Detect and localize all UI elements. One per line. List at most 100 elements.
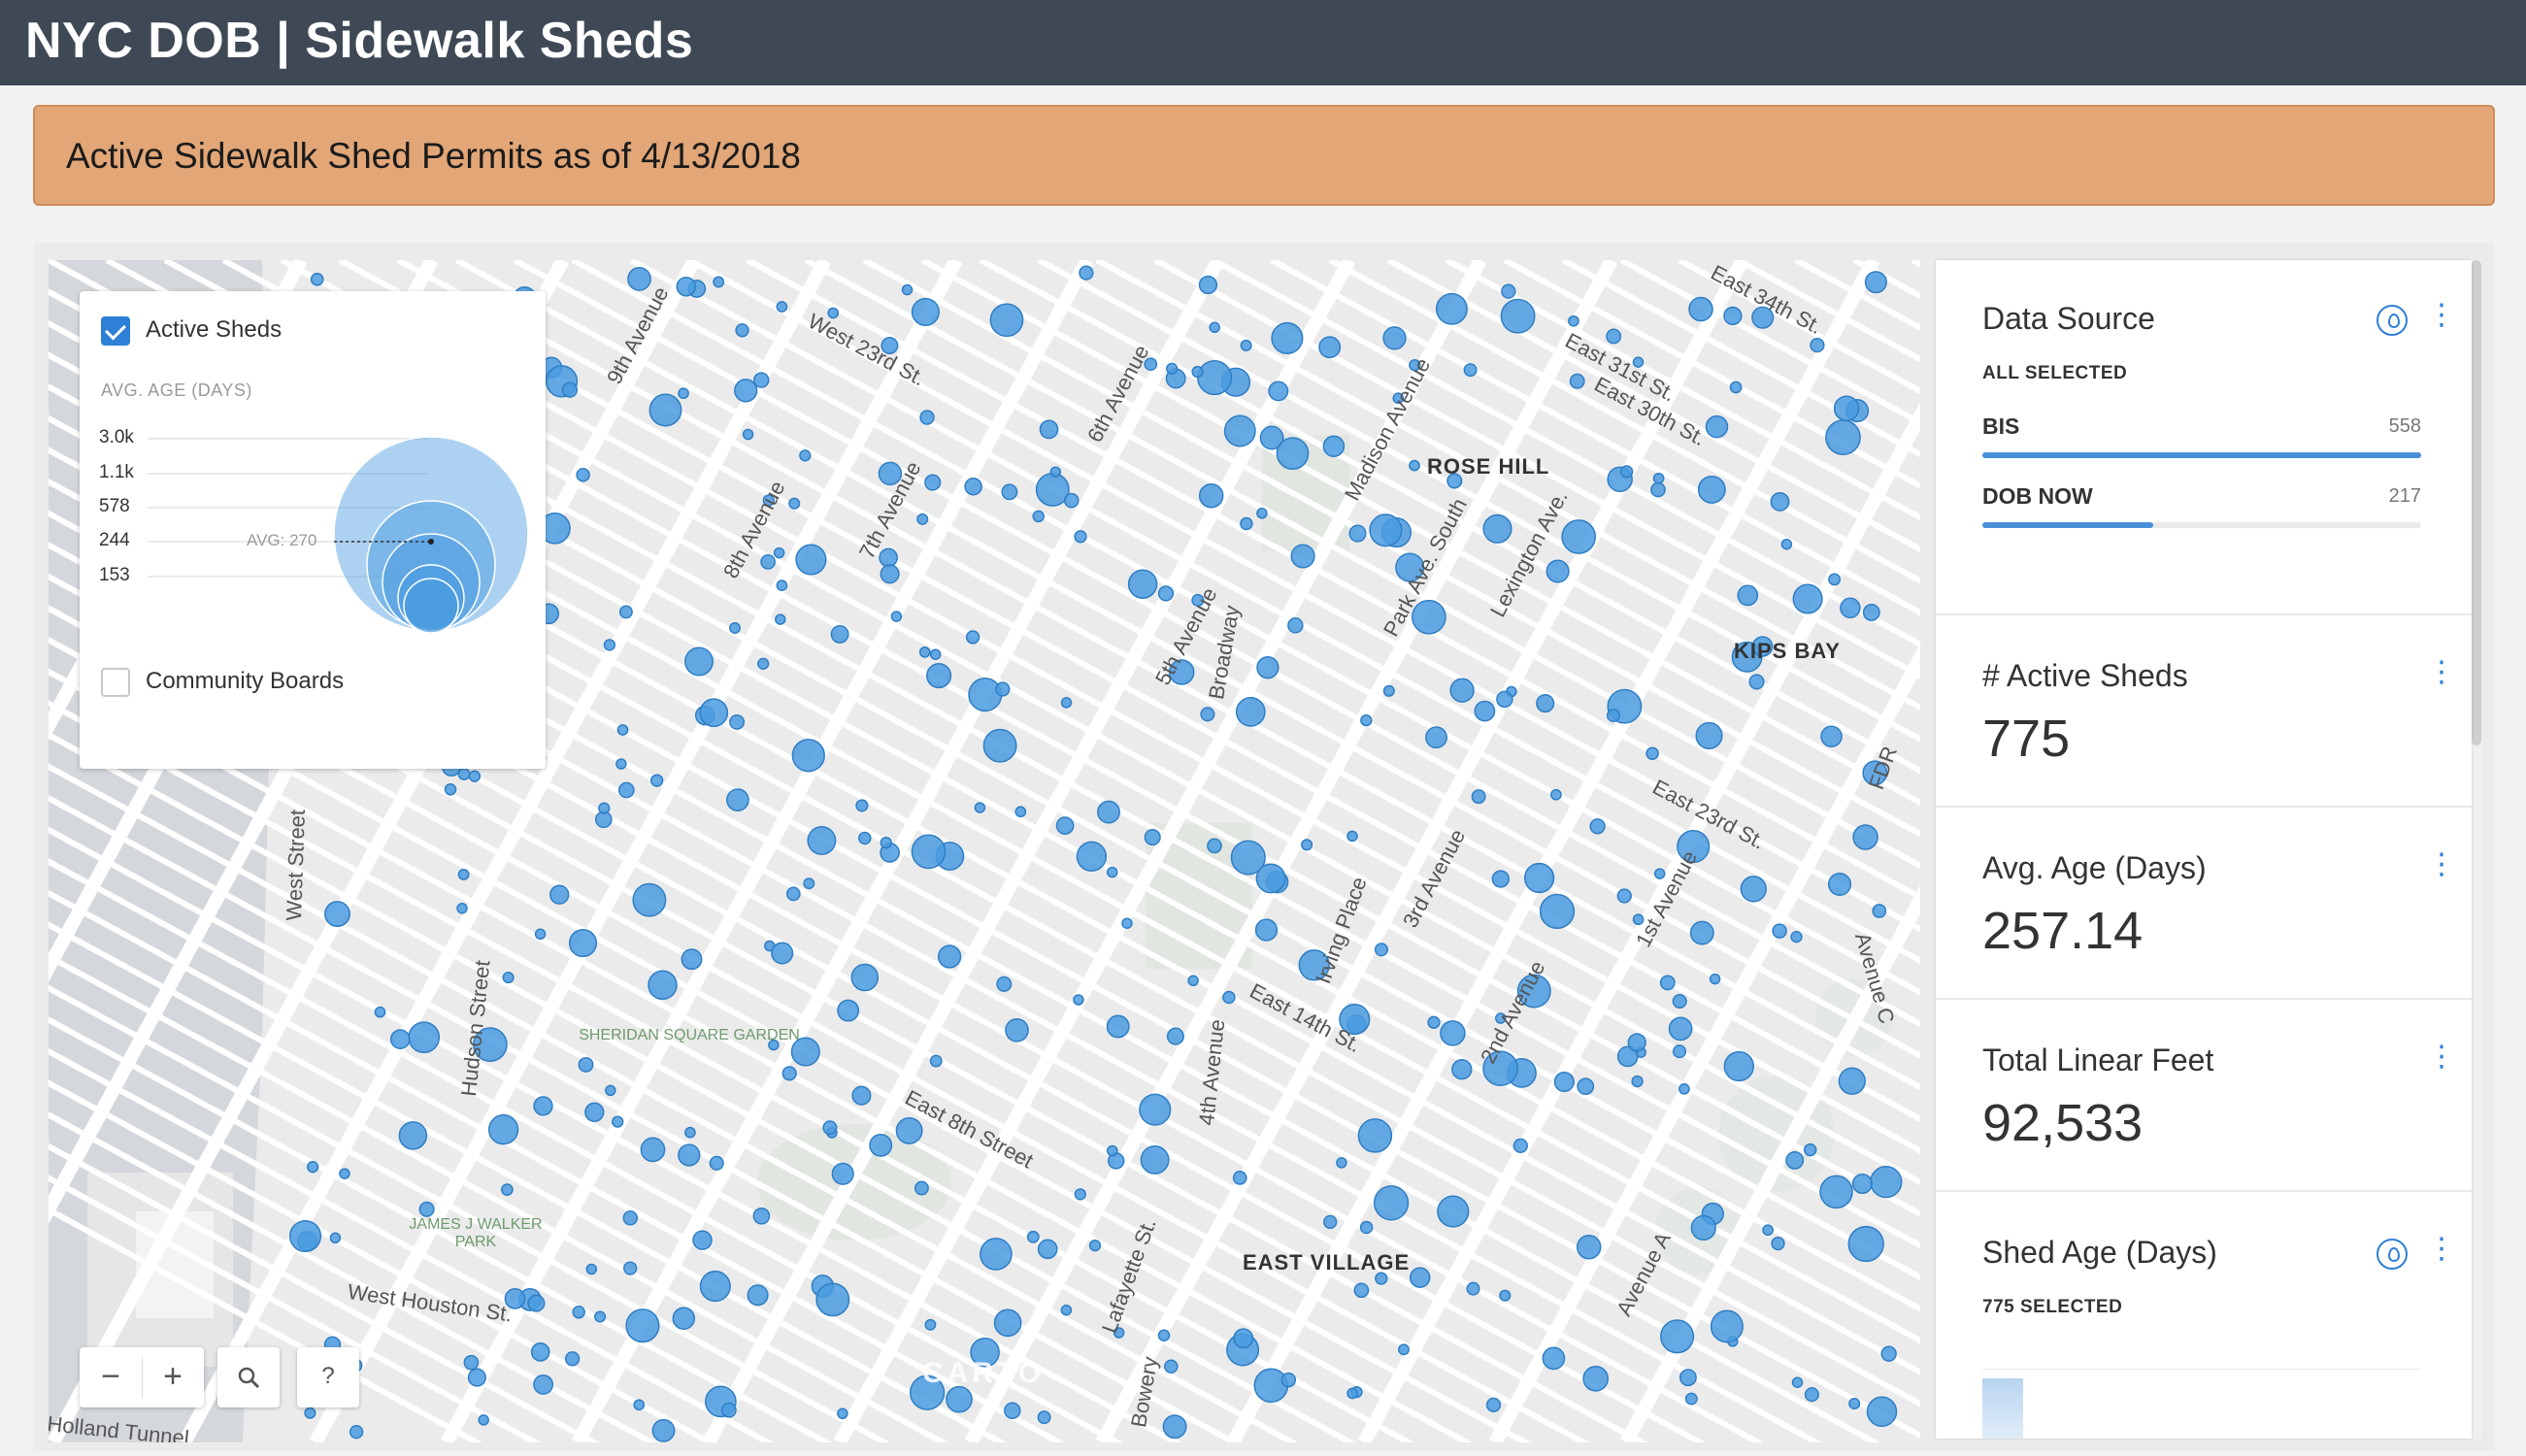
help-button[interactable]: ?	[297, 1347, 359, 1407]
shed-marker[interactable]	[672, 1307, 696, 1330]
shed-marker[interactable]	[1880, 1345, 1897, 1362]
shed-marker[interactable]	[1055, 816, 1075, 835]
shed-marker[interactable]	[1546, 559, 1570, 583]
shed-marker[interactable]	[549, 884, 570, 905]
shed-marker[interactable]	[1233, 1328, 1254, 1349]
shed-marker[interactable]	[1037, 1239, 1058, 1260]
shed-marker[interactable]	[776, 579, 788, 591]
shed-marker[interactable]	[1645, 746, 1659, 760]
shed-marker[interactable]	[398, 1121, 428, 1150]
shed-marker[interactable]	[1606, 709, 1620, 723]
shed-marker[interactable]	[1271, 321, 1304, 354]
shed-marker[interactable]	[632, 882, 667, 917]
shed-marker[interactable]	[1106, 1014, 1130, 1039]
shed-marker[interactable]	[1382, 684, 1395, 697]
shed-marker[interactable]	[1144, 829, 1161, 846]
shed-marker[interactable]	[1435, 292, 1468, 325]
shed-marker[interactable]	[964, 477, 982, 496]
shed-marker[interactable]	[651, 1418, 676, 1442]
shed-marker[interactable]	[487, 1114, 519, 1145]
shed-marker[interactable]	[1369, 513, 1403, 547]
shed-marker[interactable]	[1791, 1376, 1804, 1388]
shed-marker[interactable]	[757, 657, 770, 670]
shed-marker[interactable]	[1828, 573, 1842, 586]
shed-marker[interactable]	[568, 929, 598, 958]
shed-marker[interactable]	[1785, 1150, 1805, 1170]
shed-marker[interactable]	[1157, 585, 1175, 602]
shed-marker[interactable]	[1803, 1142, 1817, 1157]
shed-marker[interactable]	[937, 944, 962, 969]
shed-marker[interactable]	[916, 513, 929, 525]
shed-marker[interactable]	[1582, 1365, 1610, 1392]
shed-marker[interactable]	[760, 554, 776, 570]
shed-marker[interactable]	[880, 836, 892, 849]
shed-marker[interactable]	[914, 1180, 929, 1196]
shed-marker[interactable]	[534, 928, 547, 941]
shed-marker[interactable]	[1668, 1016, 1693, 1042]
shed-marker[interactable]	[1804, 1387, 1819, 1403]
shed-marker[interactable]	[1695, 721, 1723, 749]
shed-marker[interactable]	[1198, 275, 1218, 295]
shed-marker[interactable]	[676, 276, 697, 297]
shed-marker[interactable]	[803, 877, 815, 890]
shed-marker[interactable]	[1268, 381, 1289, 402]
shed-marker[interactable]	[1748, 674, 1765, 690]
shed-marker[interactable]	[463, 1354, 480, 1371]
shed-marker[interactable]	[968, 678, 1003, 712]
shed-marker[interactable]	[1848, 1397, 1861, 1410]
shed-marker[interactable]	[1037, 1410, 1051, 1425]
shed-marker[interactable]	[1660, 1319, 1695, 1354]
shed-marker[interactable]	[1318, 336, 1342, 359]
shed-marker[interactable]	[1001, 483, 1018, 501]
shed-marker[interactable]	[1616, 888, 1632, 904]
shed-marker[interactable]	[1542, 1346, 1566, 1371]
shed-marker[interactable]	[1157, 1329, 1171, 1341]
shed-marker[interactable]	[1004, 1402, 1021, 1420]
shed-marker[interactable]	[781, 1066, 797, 1081]
shed-marker[interactable]	[1106, 1144, 1118, 1157]
shed-marker[interactable]	[530, 1342, 550, 1362]
shed-marker[interactable]	[729, 622, 741, 634]
shed-marker[interactable]	[918, 646, 931, 658]
shed-marker[interactable]	[1838, 1067, 1866, 1095]
shed-marker[interactable]	[650, 774, 664, 787]
shed-marker[interactable]	[1409, 1267, 1431, 1288]
shed-marker[interactable]	[640, 1137, 666, 1163]
shed-marker[interactable]	[616, 724, 629, 736]
shed-marker[interactable]	[747, 1284, 769, 1307]
shed-marker[interactable]	[850, 963, 880, 992]
shed-marker[interactable]	[869, 1133, 893, 1157]
shed-marker[interactable]	[776, 301, 788, 313]
shed-marker[interactable]	[1652, 472, 1665, 484]
shed-marker[interactable]	[1536, 694, 1555, 713]
shed-marker[interactable]	[1322, 435, 1346, 457]
shed-marker[interactable]	[1409, 459, 1420, 472]
shed-marker[interactable]	[1049, 466, 1062, 478]
kebab-menu-icon[interactable]: ⋮	[2427, 301, 2456, 330]
shed-marker[interactable]	[1825, 419, 1861, 455]
shed-marker[interactable]	[678, 387, 689, 400]
shed-marker[interactable]	[858, 831, 872, 845]
shed-marker[interactable]	[901, 283, 914, 296]
shed-marker[interactable]	[851, 1085, 872, 1106]
shed-marker[interactable]	[307, 1161, 319, 1174]
shed-marker[interactable]	[627, 267, 651, 291]
shed-marker[interactable]	[617, 781, 635, 799]
shed-marker[interactable]	[795, 544, 827, 576]
shed-marker[interactable]	[1256, 656, 1280, 679]
shed-marker[interactable]	[1723, 1050, 1754, 1082]
category-label-dob-now[interactable]: DOB NOW	[1982, 483, 2093, 510]
shed-marker[interactable]	[1336, 1157, 1347, 1169]
shed-marker[interactable]	[456, 903, 468, 914]
shed-marker[interactable]	[791, 739, 825, 773]
shed-marker[interactable]	[678, 1143, 701, 1167]
shed-marker[interactable]	[1792, 583, 1823, 614]
shed-marker[interactable]	[1851, 1173, 1873, 1195]
shed-marker[interactable]	[623, 1261, 638, 1275]
shed-marker[interactable]	[1790, 931, 1803, 943]
shed-marker[interactable]	[926, 663, 952, 689]
shed-marker[interactable]	[1705, 414, 1729, 439]
shed-marker[interactable]	[1060, 1304, 1073, 1316]
shed-marker[interactable]	[1690, 1214, 1716, 1241]
shed-marker[interactable]	[1496, 690, 1513, 709]
